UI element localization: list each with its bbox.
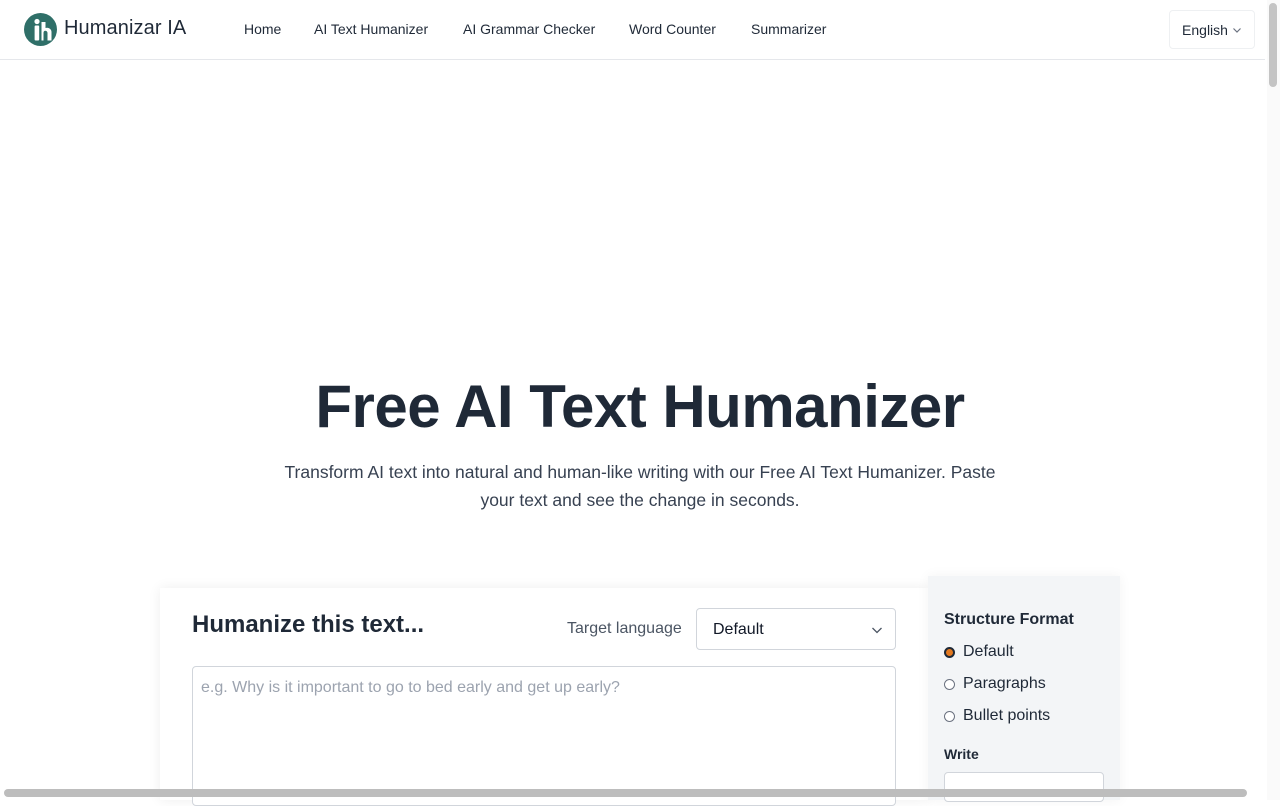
nav-summarizer[interactable]: Summarizer <box>751 21 826 37</box>
text-input-placeholder: e.g. Why is it important to go to bed ea… <box>201 679 620 696</box>
radio-label: Default <box>963 643 1014 660</box>
radio-button[interactable] <box>944 678 955 690</box>
write-select[interactable] <box>944 772 1104 802</box>
page-subtitle: Transform AI text into natural and human… <box>270 458 1010 514</box>
radio-label: Paragraphs <box>963 675 1046 692</box>
structure-format-title: Structure Format <box>944 611 1074 628</box>
humanizer-title: Humanize this text... <box>192 611 425 638</box>
chevron-down-icon <box>1233 27 1241 33</box>
humanizar-logo-icon[interactable] <box>24 13 57 46</box>
language-selector[interactable]: English <box>1169 10 1255 49</box>
vertical-scrollbar-thumb[interactable] <box>1269 3 1277 87</box>
brand-name[interactable]: Humanizar IA <box>64 17 186 40</box>
horizontal-scrollbar-thumb[interactable] <box>4 789 1247 797</box>
target-language-value: Default <box>713 621 764 638</box>
nav-ai-grammar-checker[interactable]: AI Grammar Checker <box>463 21 595 37</box>
subtitle-line-2: your text and see the change in seconds. <box>480 490 800 510</box>
write-label: Write <box>944 746 979 762</box>
radio-button[interactable] <box>944 710 955 722</box>
nav-ai-text-humanizer[interactable]: AI Text Humanizer <box>314 21 428 37</box>
text-input[interactable]: e.g. Why is it important to go to bed ea… <box>192 666 896 806</box>
radio-bullet-points[interactable]: Bullet points <box>944 707 1050 725</box>
nav-word-counter[interactable]: Word Counter <box>629 21 716 37</box>
chevron-down-icon <box>872 627 882 634</box>
radio-paragraphs[interactable]: Paragraphs <box>944 675 1046 693</box>
radio-default[interactable]: Default <box>944 643 1014 661</box>
site-header: Humanizar IA Home AI Text Humanizer AI G… <box>0 0 1265 60</box>
radio-label: Bullet points <box>963 707 1051 724</box>
vertical-scrollbar-track <box>1267 0 1280 800</box>
page-title: Free AI Text Humanizer <box>315 373 965 440</box>
target-language-label: Target language <box>567 620 682 637</box>
subtitle-line-1: Transform AI text into natural and human… <box>284 462 996 482</box>
target-language-select[interactable]: Default <box>696 608 896 650</box>
language-label: English <box>1182 21 1228 38</box>
radio-button[interactable] <box>944 646 955 658</box>
nav-home[interactable]: Home <box>244 21 281 37</box>
